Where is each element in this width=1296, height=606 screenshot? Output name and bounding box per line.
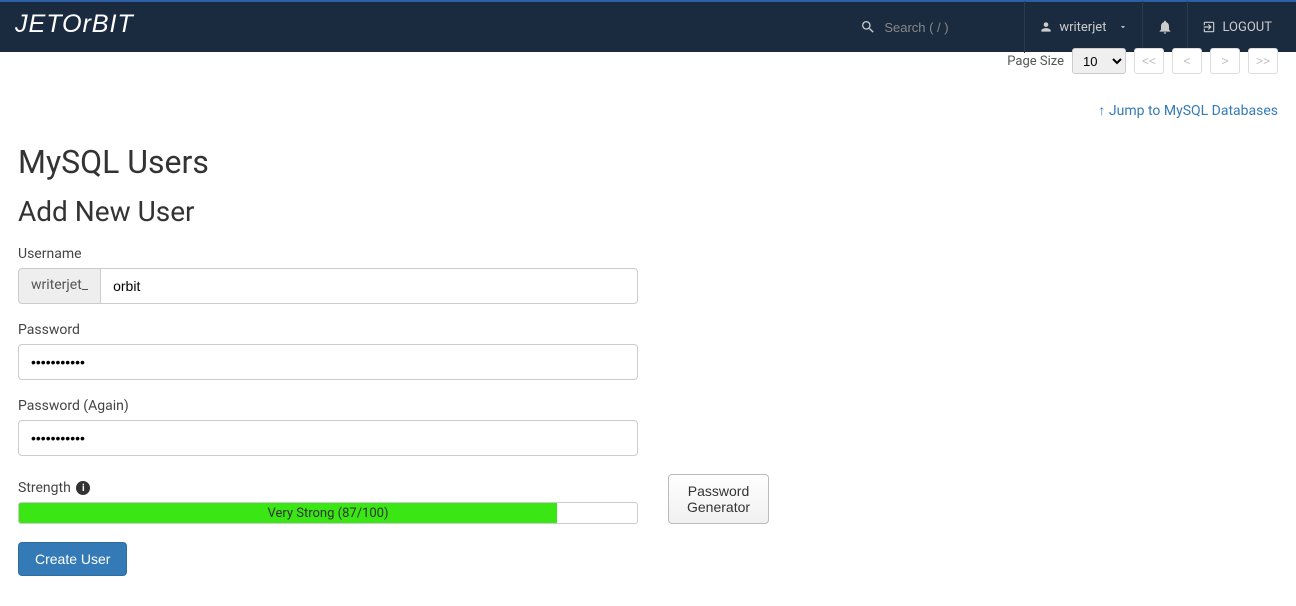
pager-last-button[interactable]: >> (1248, 48, 1278, 74)
password-generator-button[interactable]: Password Generator (668, 474, 769, 524)
strength-meter-text: Very Strong (87/100) (19, 503, 637, 523)
search-input[interactable] (884, 20, 1004, 35)
page-size-select[interactable]: 10 (1072, 48, 1126, 74)
username-label: writerjet (1059, 20, 1106, 35)
arrow-up-icon: ↑ (1098, 103, 1105, 119)
logout-icon (1202, 20, 1216, 34)
logout-button[interactable]: LOGOUT (1188, 1, 1286, 53)
notifications-button[interactable] (1143, 1, 1187, 53)
password-again-label: Password (Again) (18, 398, 658, 414)
username-label: Username (18, 246, 658, 262)
bell-icon (1157, 19, 1173, 35)
password-again-input[interactable] (18, 420, 638, 456)
user-menu[interactable]: writerjet (1025, 1, 1142, 53)
navbar-search[interactable] (850, 19, 1024, 35)
page-size-label: Page Size (1007, 54, 1064, 69)
brand-text: JETOrBIT (15, 10, 134, 38)
pager-next-button[interactable]: > (1210, 48, 1240, 74)
create-user-button[interactable]: Create User (18, 542, 127, 576)
info-icon[interactable]: i (76, 481, 90, 495)
top-navbar: JETOrBIT writerjet LOGOUT (0, 0, 1296, 52)
logout-label: LOGOUT (1222, 20, 1272, 35)
pager-prev-button[interactable]: < (1172, 48, 1202, 74)
chevron-down-icon (1118, 22, 1128, 32)
page-subtitle: Add New User (18, 195, 1278, 228)
jump-to-databases-link[interactable]: Jump to MySQL Databases (1109, 103, 1278, 119)
username-prefix: writerjet_ (18, 268, 100, 304)
strength-label: Strength i (18, 480, 638, 496)
add-user-form: Username writerjet_ Password Password (A… (18, 246, 658, 576)
brand-logo: JETOrBIT (0, 9, 210, 46)
password-label: Password (18, 322, 658, 338)
search-icon (860, 19, 876, 35)
page-title: MySQL Users (18, 143, 1278, 181)
user-icon (1039, 20, 1053, 34)
strength-meter: Very Strong (87/100) (18, 502, 638, 524)
username-input[interactable] (100, 268, 638, 304)
pager-first-button[interactable]: << (1134, 48, 1164, 74)
jump-link-row: ↑ Jump to MySQL Databases (18, 102, 1278, 119)
password-input[interactable] (18, 344, 638, 380)
pagination-controls: Page Size 10 << < > >> (18, 48, 1278, 74)
